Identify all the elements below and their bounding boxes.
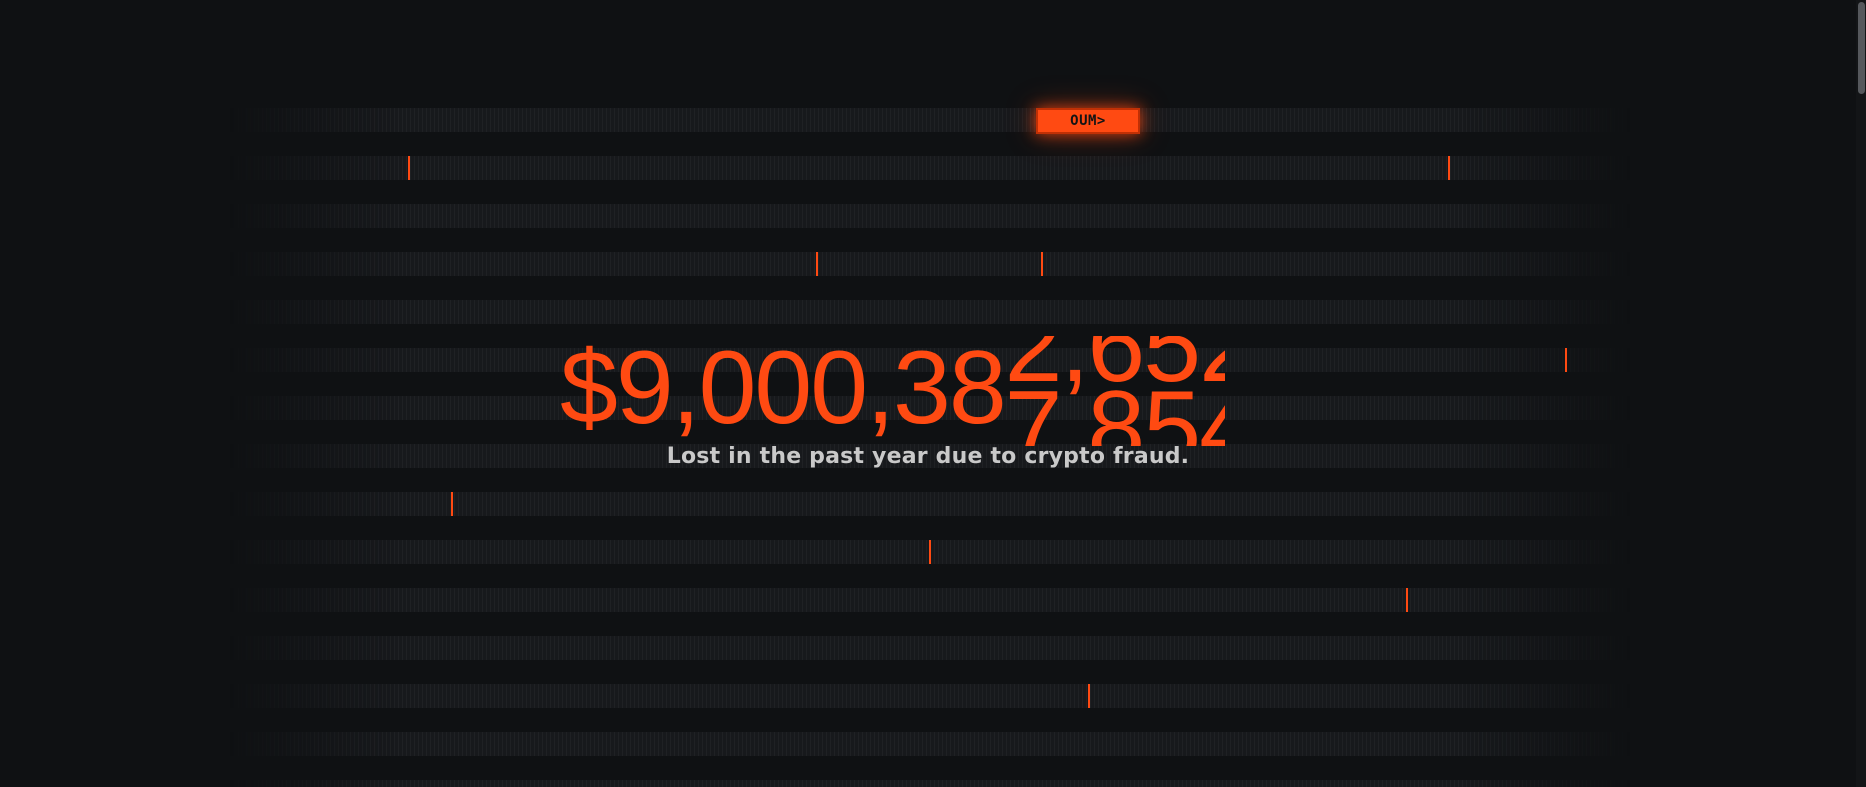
background-band — [230, 108, 1630, 132]
background-band — [230, 204, 1630, 228]
background-band — [230, 156, 1630, 180]
page: OUM> $9,000,38 2,652 7,854 Lost in the p… — [0, 0, 1866, 787]
orange-tick-marker — [929, 540, 931, 564]
orange-tick-marker — [1406, 588, 1408, 612]
background-band — [230, 636, 1630, 660]
fraud-loss-counter: $9,000,38 2,652 7,854 — [560, 336, 1225, 446]
orange-tick-marker — [408, 156, 410, 180]
orange-tick-marker — [1565, 348, 1567, 372]
oum-badge-label: OUM> — [1070, 113, 1106, 129]
background-band — [230, 252, 1630, 276]
background-band — [230, 492, 1630, 516]
orange-tick-marker — [816, 252, 818, 276]
orange-tick-marker — [1088, 684, 1090, 708]
counter-caption: Lost in the past year due to crypto frau… — [666, 444, 1190, 469]
background-band — [230, 732, 1630, 756]
page-scrollbar[interactable] — [1856, 0, 1866, 787]
oum-badge-button[interactable]: OUM> — [1036, 108, 1140, 134]
counter-static-digits: $9,000,38 — [560, 330, 1007, 446]
orange-tick-marker — [1448, 156, 1450, 180]
counter-rolling-bottom: 7,854 — [1004, 370, 1225, 446]
background-band — [230, 780, 1630, 787]
counter-rolling-digits: 2,652 7,854 — [1005, 336, 1225, 446]
orange-tick-marker — [1041, 252, 1043, 276]
background-band — [230, 684, 1630, 708]
orange-tick-marker — [451, 492, 453, 516]
background-band — [230, 588, 1630, 612]
scrollbar-thumb[interactable] — [1858, 2, 1865, 94]
background-band — [230, 300, 1630, 324]
